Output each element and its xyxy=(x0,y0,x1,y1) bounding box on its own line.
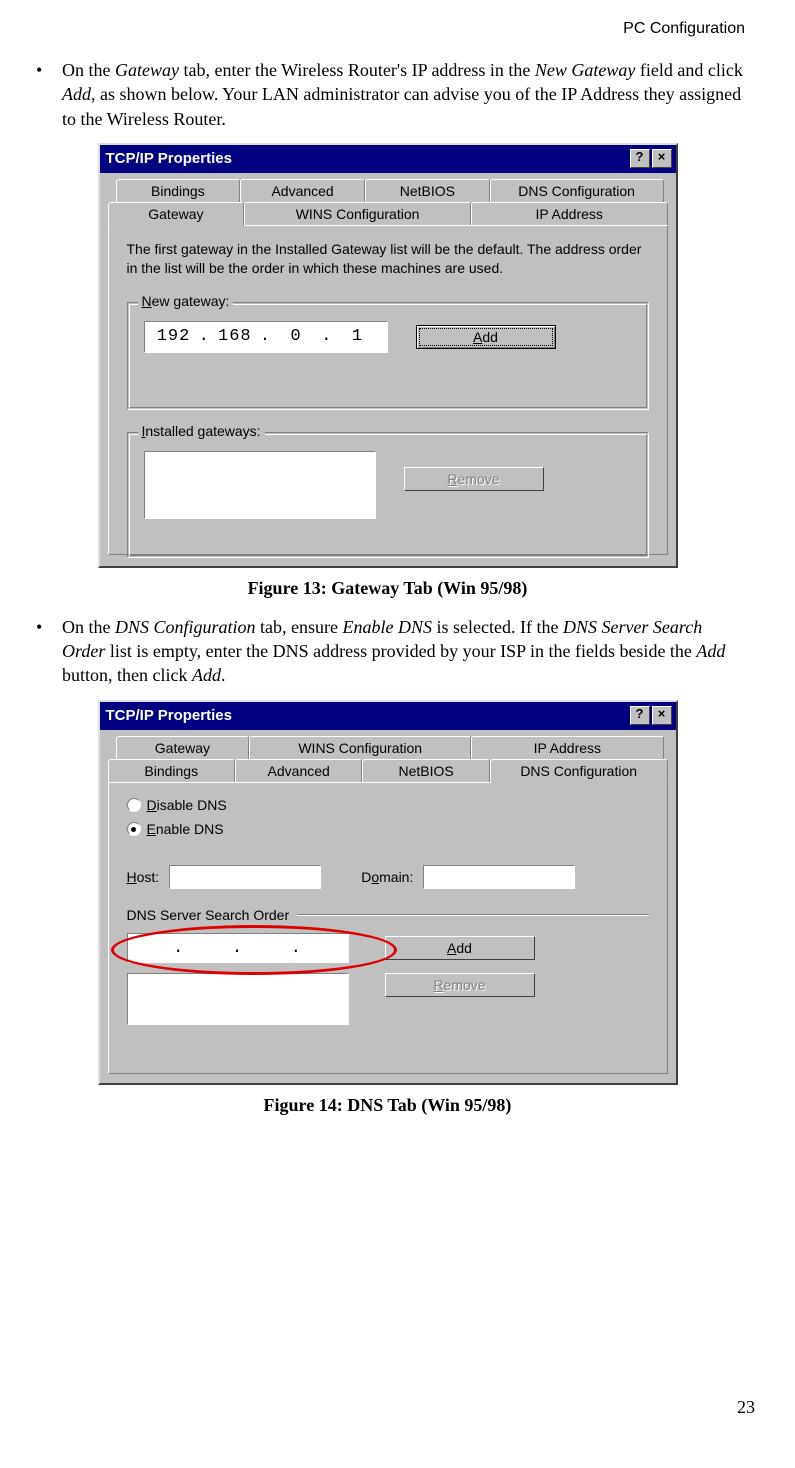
text-italic: New Gateway xyxy=(535,60,636,80)
dns-server-list[interactable] xyxy=(127,973,349,1025)
tab-dns-config[interactable]: DNS Configuration xyxy=(490,759,668,783)
radio-disable-dns[interactable]: Disable DNS xyxy=(127,797,227,813)
text-underline: R xyxy=(433,977,443,993)
tab-ip-address[interactable]: IP Address xyxy=(471,202,668,225)
tcpip-dialog-gateway: TCP/IP Properties ? × Bindings Advanced … xyxy=(98,143,678,568)
text-underline: R xyxy=(447,471,457,487)
ip-seg: 192 xyxy=(151,327,197,346)
text: emove xyxy=(444,977,486,993)
new-gateway-ip-field[interactable]: 192. 168. 0. 1 xyxy=(144,321,388,353)
dns-search-order-label: DNS Server Search Order xyxy=(127,907,649,923)
tab-bindings[interactable]: Bindings xyxy=(108,759,235,782)
tab-bindings[interactable]: Bindings xyxy=(116,179,241,202)
figure-caption-13: Figure 13: Gateway Tab (Win 95/98) xyxy=(20,578,755,599)
text-italic: Gateway xyxy=(115,60,179,80)
text: ost: xyxy=(137,869,160,885)
titlebar: TCP/IP Properties ? × xyxy=(100,702,676,730)
host-field[interactable] xyxy=(169,865,321,889)
bullet-item-gateway: On the Gateway tab, enter the Wireless R… xyxy=(30,58,745,131)
help-button[interactable]: ? xyxy=(630,149,650,168)
tab-gateway[interactable]: Gateway xyxy=(116,736,250,759)
text-italic: DNS Configuration xyxy=(115,617,256,637)
text-italic: Add xyxy=(62,84,91,104)
add-button[interactable]: Add xyxy=(385,936,535,960)
tab-wins[interactable]: WINS Configuration xyxy=(244,202,471,225)
title-text: TCP/IP Properties xyxy=(104,150,628,167)
text: , as shown below. Your LAN administrator… xyxy=(62,84,741,128)
domain-field[interactable] xyxy=(423,865,575,889)
text-italic: Enable DNS xyxy=(343,617,433,637)
radio-enable-dns[interactable]: Enable DNS xyxy=(127,821,224,837)
ip-seg: 1 xyxy=(334,327,380,346)
remove-button: Remove xyxy=(404,467,544,491)
text: tab, ensure xyxy=(256,617,343,637)
dns-ip-field[interactable]: ... xyxy=(127,933,349,963)
radio-icon xyxy=(127,798,141,812)
tab-netbios[interactable]: NetBIOS xyxy=(365,179,490,202)
tcpip-dialog-dns: TCP/IP Properties ? × Gateway WINS Confi… xyxy=(98,700,678,1085)
text: isable DNS xyxy=(157,797,227,813)
tab-dns-config[interactable]: DNS Configuration xyxy=(490,179,664,202)
page-header: PC Configuration xyxy=(20,20,745,38)
text-underline: D xyxy=(147,797,157,813)
add-button[interactable]: Add xyxy=(416,325,556,349)
help-button[interactable]: ? xyxy=(630,706,650,725)
installed-gateways-label: Installed gateways: xyxy=(138,423,265,439)
radio-label: Disable DNS xyxy=(147,797,227,813)
text: ew gateway: xyxy=(152,293,230,309)
text-italic: Add xyxy=(192,665,221,685)
tab-ip-address[interactable]: IP Address xyxy=(471,736,663,759)
text: list is empty, enter the DNS address pro… xyxy=(105,641,696,661)
text: dd xyxy=(482,329,498,345)
text: tab, enter the Wireless Router's IP addr… xyxy=(179,60,535,80)
figure-caption-14: Figure 14: DNS Tab (Win 95/98) xyxy=(20,1095,755,1116)
text: DNS Server Search Order xyxy=(127,907,290,923)
title-text: TCP/IP Properties xyxy=(104,707,628,724)
text-underline: A xyxy=(447,940,456,956)
text-underline: A xyxy=(473,329,482,345)
radio-label: Enable DNS xyxy=(147,821,224,837)
text: . xyxy=(221,665,226,685)
tab-advanced[interactable]: Advanced xyxy=(240,179,365,202)
domain-label: Domain: xyxy=(361,869,413,885)
remove-button: Remove xyxy=(385,973,535,997)
text-underline: o xyxy=(371,869,379,885)
text: is selected. If the xyxy=(432,617,563,637)
bullet-item-dns: On the DNS Configuration tab, ensure Ena… xyxy=(30,615,745,688)
text: dd xyxy=(456,940,472,956)
new-gateway-label: New gateway: xyxy=(138,293,234,309)
tab-gateway[interactable]: Gateway xyxy=(108,202,245,226)
text-underline: E xyxy=(147,821,156,837)
text: nstalled gateways: xyxy=(145,423,260,439)
titlebar: TCP/IP Properties ? × xyxy=(100,145,676,173)
text-underline: N xyxy=(142,293,152,309)
installed-gateways-list[interactable] xyxy=(144,451,376,519)
text-italic: Add xyxy=(696,641,725,661)
tab-netbios[interactable]: NetBIOS xyxy=(362,759,489,782)
text: field and click xyxy=(635,60,742,80)
text: button, then click xyxy=(62,665,192,685)
gateway-description: The first gateway in the Installed Gatew… xyxy=(127,240,649,278)
text: On the xyxy=(62,617,115,637)
text: On the xyxy=(62,60,115,80)
text: nable DNS xyxy=(156,821,224,837)
tab-wins[interactable]: WINS Configuration xyxy=(249,736,471,759)
ip-seg: 0 xyxy=(273,327,319,346)
page: PC Configuration On the Gateway tab, ent… xyxy=(0,0,795,1468)
host-label: Host: xyxy=(127,869,160,885)
ip-seg: 168 xyxy=(212,327,258,346)
close-button[interactable]: × xyxy=(652,149,672,168)
radio-icon xyxy=(127,822,141,836)
page-number: 23 xyxy=(737,1397,755,1418)
text: emove xyxy=(458,471,500,487)
close-button[interactable]: × xyxy=(652,706,672,725)
tab-advanced[interactable]: Advanced xyxy=(235,759,362,782)
text-underline: H xyxy=(127,869,137,885)
